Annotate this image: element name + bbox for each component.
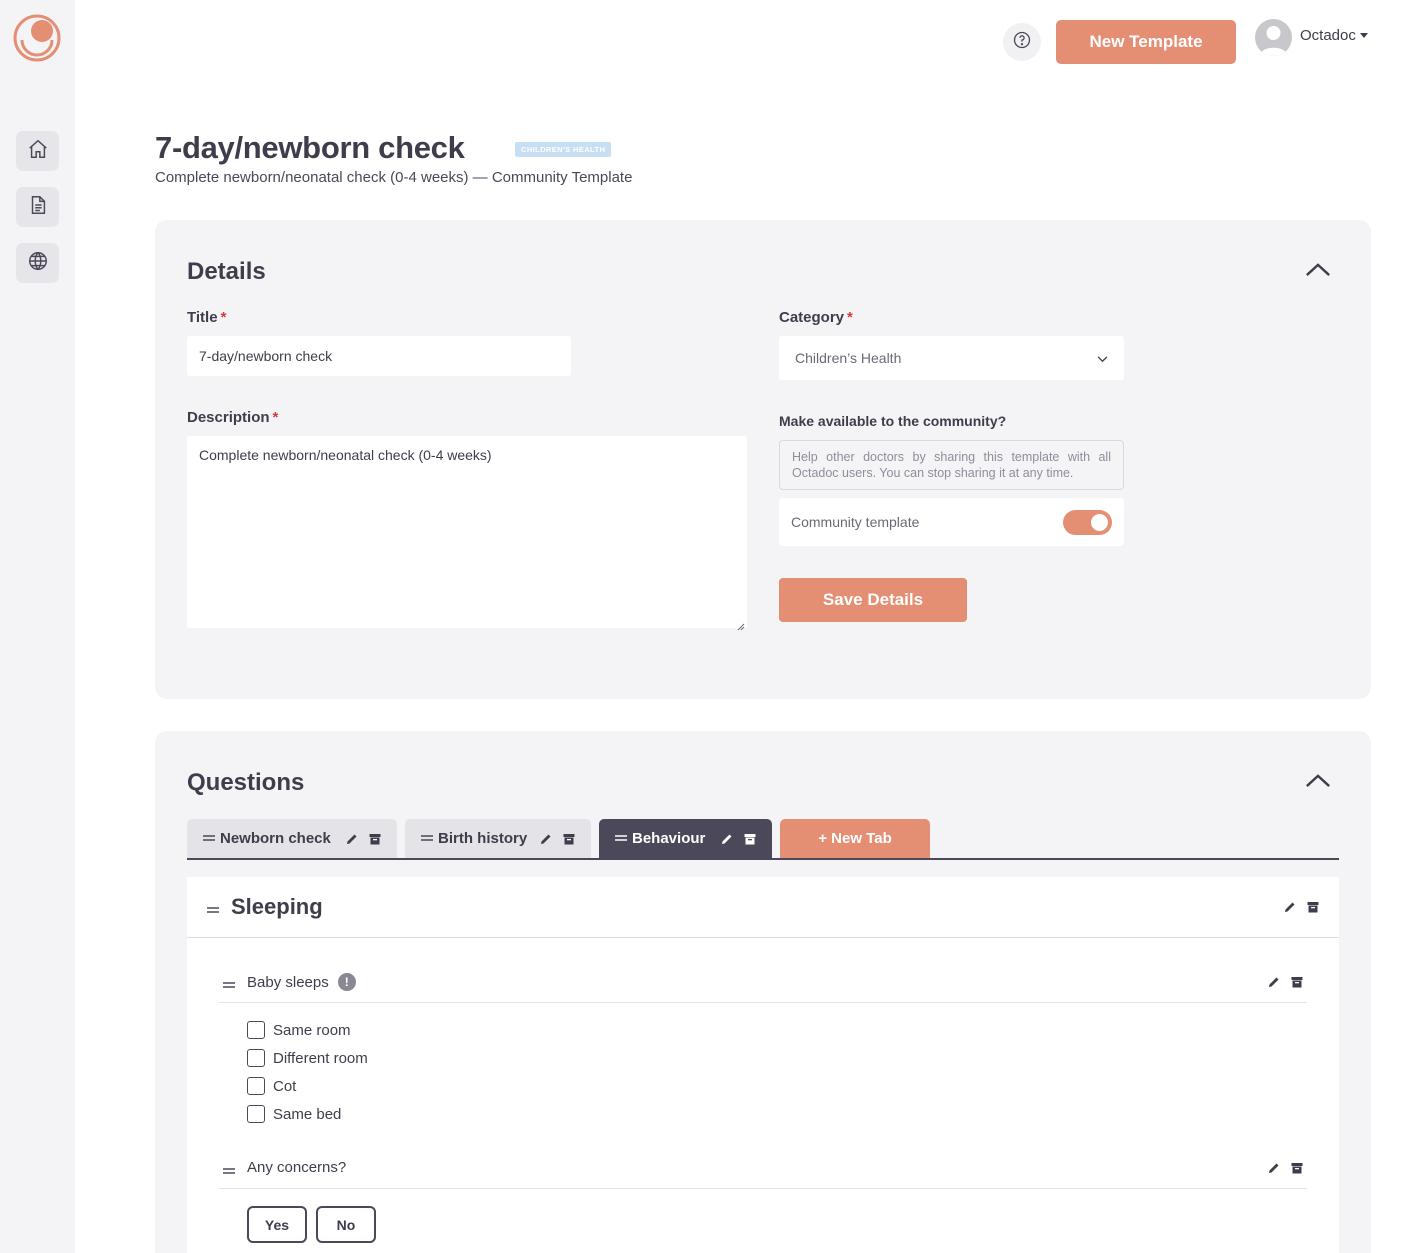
save-details-button[interactable]: Save Details	[779, 578, 967, 622]
chevron-up-icon	[1305, 773, 1331, 793]
section-header: Sleeping	[187, 877, 1339, 938]
community-toggle-row: Community template	[779, 498, 1124, 546]
yes-button[interactable]: Yes	[247, 1206, 307, 1243]
user-name: Octadoc	[1300, 27, 1356, 44]
question-circle-icon	[1012, 30, 1032, 55]
question-section: Sleeping Baby sleeps ! Same room Differe…	[187, 877, 1339, 1253]
edit-icon[interactable]	[1284, 900, 1296, 918]
no-button[interactable]: No	[316, 1206, 376, 1243]
resize-grip-icon[interactable]	[737, 618, 745, 631]
help-button[interactable]	[1003, 23, 1041, 61]
archive-icon[interactable]	[563, 832, 575, 849]
page-subtitle: Complete newborn/neonatal check (0-4 wee…	[155, 169, 633, 186]
chevron-down-icon	[1097, 350, 1108, 366]
title-input[interactable]	[187, 336, 571, 376]
sidebar	[0, 0, 75, 1253]
description-label: Description *	[187, 409, 279, 426]
drag-handle-icon[interactable]	[615, 830, 627, 847]
new-template-button[interactable]: New Template	[1056, 20, 1236, 64]
question-row: Baby sleeps !	[219, 973, 1307, 1003]
page-title: 7-day/newborn check	[155, 130, 465, 165]
sidebar-item-community[interactable]	[16, 243, 59, 283]
chevron-down-icon	[1359, 33, 1368, 38]
edit-icon[interactable]	[540, 832, 552, 849]
details-card: Details Title* Category* Children’s Heal…	[155, 220, 1371, 699]
checkbox[interactable]	[247, 1049, 265, 1067]
globe-icon	[27, 250, 49, 277]
section-title: Sleeping	[231, 894, 323, 919]
archive-icon[interactable]	[1291, 1161, 1303, 1179]
info-icon[interactable]: !	[337, 973, 356, 991]
chevron-up-icon	[1305, 262, 1331, 282]
checkbox[interactable]	[247, 1105, 265, 1123]
archive-icon[interactable]	[369, 832, 381, 849]
category-label: Category *	[779, 309, 853, 326]
tab-behaviour[interactable]: Behaviour	[599, 819, 772, 858]
community-toggle-label: Community template	[791, 514, 920, 530]
edit-icon[interactable]	[346, 832, 358, 849]
option-same-room[interactable]: Same room	[247, 1021, 351, 1039]
questions-collapse-button[interactable]	[1303, 771, 1333, 795]
checkbox[interactable]	[247, 1077, 265, 1095]
octadoc-logo[interactable]	[12, 13, 62, 63]
category-badge: CHILDREN'S HEALTH	[515, 142, 612, 157]
drag-handle-icon[interactable]	[207, 902, 219, 920]
sidebar-item-home[interactable]	[16, 131, 59, 171]
user-menu[interactable]: Octadoc	[1255, 19, 1368, 56]
option-same-bed[interactable]: Same bed	[247, 1105, 341, 1123]
description-textarea[interactable]: Complete newborn/neonatal check (0-4 wee…	[187, 436, 747, 631]
archive-icon[interactable]	[1291, 975, 1303, 993]
tabs-divider	[187, 858, 1339, 860]
sidebar-item-templates[interactable]	[16, 187, 59, 227]
home-icon	[27, 138, 49, 165]
new-tab-button[interactable]: + New Tab	[780, 819, 930, 858]
questions-card: Questions Newborn check Birth history Be…	[155, 731, 1371, 1253]
drag-handle-icon[interactable]	[421, 830, 433, 847]
edit-icon[interactable]	[1268, 975, 1280, 993]
details-heading: Details	[187, 258, 266, 285]
document-icon	[27, 194, 49, 221]
edit-icon[interactable]	[721, 832, 733, 849]
toggle-knob	[1091, 513, 1108, 531]
category-select[interactable]: Children’s Health	[779, 336, 1124, 380]
archive-icon[interactable]	[1307, 900, 1319, 918]
avatar	[1255, 19, 1292, 56]
option-cot[interactable]: Cot	[247, 1077, 296, 1095]
drag-handle-icon[interactable]	[223, 1163, 235, 1181]
question-label: Baby sleeps !	[247, 973, 356, 991]
drag-handle-icon[interactable]	[223, 977, 235, 995]
tab-birth-history[interactable]: Birth history	[405, 819, 591, 858]
community-label: Make available to the community?	[779, 413, 1007, 429]
title-label: Title *	[187, 309, 227, 326]
archive-icon[interactable]	[744, 832, 756, 849]
option-different-room[interactable]: Different room	[247, 1049, 368, 1067]
drag-handle-icon[interactable]	[203, 830, 215, 847]
details-collapse-button[interactable]	[1303, 260, 1333, 284]
tab-newborn-check[interactable]: Newborn check	[187, 819, 397, 858]
community-help-text: Help other doctors by sharing this templ…	[779, 440, 1124, 490]
community-toggle[interactable]	[1063, 509, 1112, 535]
questions-heading: Questions	[187, 769, 305, 796]
edit-icon[interactable]	[1268, 1161, 1280, 1179]
checkbox[interactable]	[247, 1021, 265, 1039]
question-label: Any concerns?	[247, 1159, 347, 1176]
question-row: Any concerns?	[219, 1159, 1307, 1189]
